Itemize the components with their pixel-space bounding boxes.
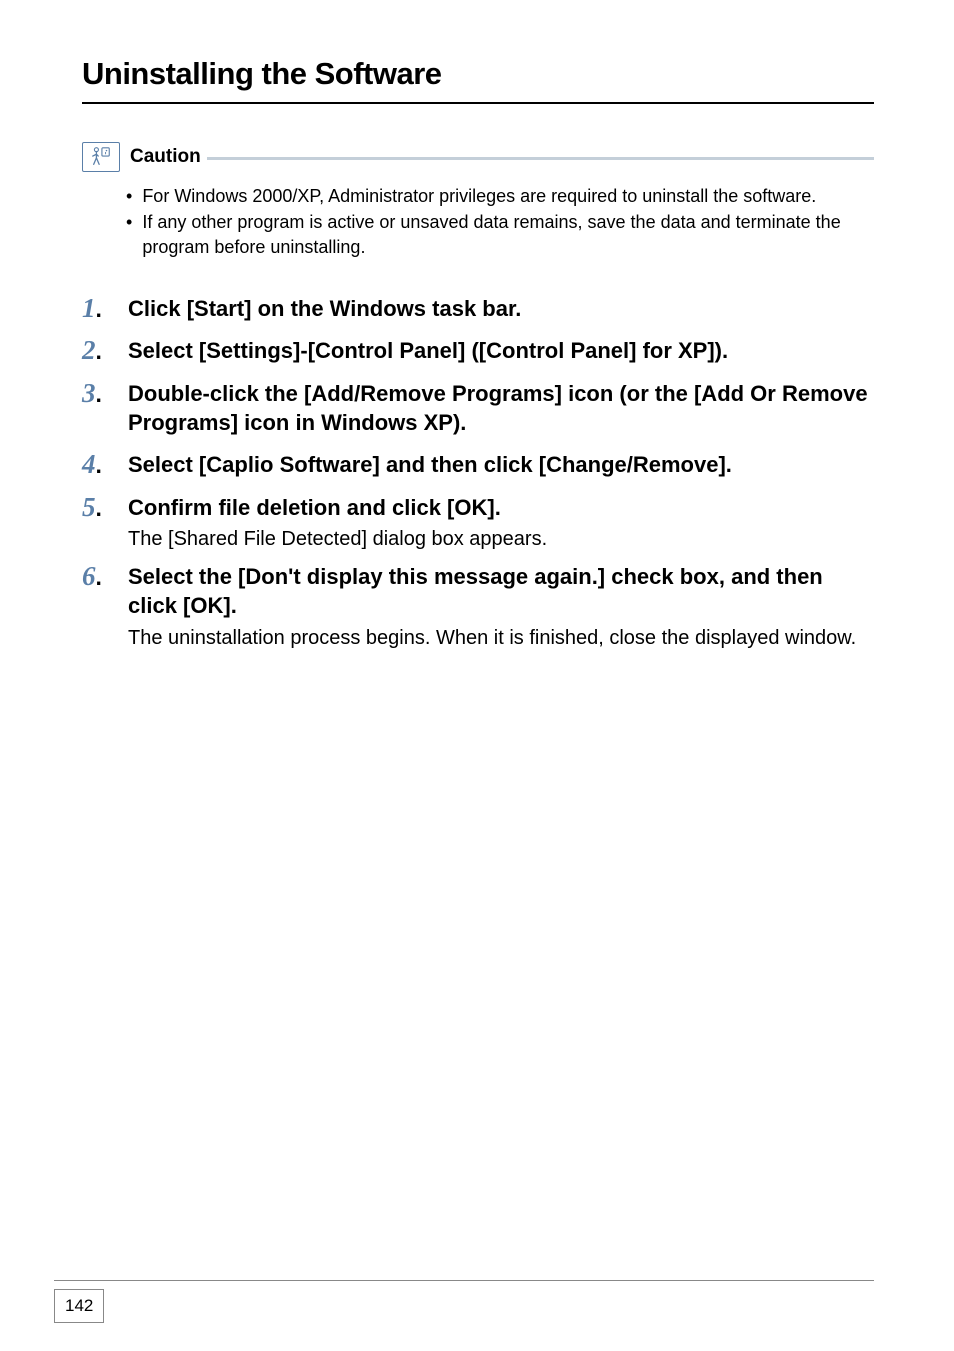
bullet-icon: • bbox=[126, 184, 132, 208]
caution-divider bbox=[207, 157, 874, 160]
page-number: 142 bbox=[54, 1289, 104, 1323]
caution-list: • For Windows 2000/XP, Administrator pri… bbox=[126, 184, 874, 259]
step-item: 5. Confirm file deletion and click [OK].… bbox=[82, 492, 874, 554]
step-title: Select [Settings]-[Control Panel] ([Cont… bbox=[128, 337, 874, 366]
page-title: Uninstalling the Software bbox=[82, 56, 874, 104]
step-item: 4. Select [Caplio Software] and then cli… bbox=[82, 449, 874, 484]
caution-header: Caution bbox=[82, 142, 874, 172]
caution-item: • For Windows 2000/XP, Administrator pri… bbox=[126, 184, 874, 208]
step-title: Double-click the [Add/Remove Programs] i… bbox=[128, 380, 874, 437]
step-item: 2. Select [Settings]-[Control Panel] ([C… bbox=[82, 335, 874, 370]
step-title: Click [Start] on the Windows task bar. bbox=[128, 295, 874, 324]
step-description: The uninstallation process begins. When … bbox=[128, 625, 874, 652]
caution-icon-box bbox=[82, 142, 120, 172]
step-item: 3. Double-click the [Add/Remove Programs… bbox=[82, 378, 874, 441]
caution-text: For Windows 2000/XP, Administrator privi… bbox=[142, 184, 816, 208]
step-title: Select the [Don't display this message a… bbox=[128, 563, 874, 620]
caution-item: • If any other program is active or unsa… bbox=[126, 210, 874, 259]
step-number: 3. bbox=[82, 378, 128, 441]
warning-icon bbox=[90, 146, 112, 168]
page-footer: 142 bbox=[54, 1289, 104, 1323]
step-number: 5. bbox=[82, 492, 128, 554]
step-number: 2. bbox=[82, 335, 128, 370]
step-description: The [Shared File Detected] dialog box ap… bbox=[128, 526, 874, 553]
step-number: 1. bbox=[82, 293, 128, 328]
bullet-icon: • bbox=[126, 210, 132, 259]
step-item: 6. Select the [Don't display this messag… bbox=[82, 561, 874, 651]
step-number: 4. bbox=[82, 449, 128, 484]
caution-label: Caution bbox=[130, 146, 201, 168]
step-title: Confirm file deletion and click [OK]. bbox=[128, 494, 874, 523]
step-item: 1. Click [Start] on the Windows task bar… bbox=[82, 293, 874, 328]
steps-list: 1. Click [Start] on the Windows task bar… bbox=[82, 293, 874, 652]
step-number: 6. bbox=[82, 561, 128, 651]
caution-text: If any other program is active or unsave… bbox=[142, 210, 874, 259]
step-title: Select [Caplio Software] and then click … bbox=[128, 451, 874, 480]
footer-divider bbox=[54, 1280, 874, 1281]
